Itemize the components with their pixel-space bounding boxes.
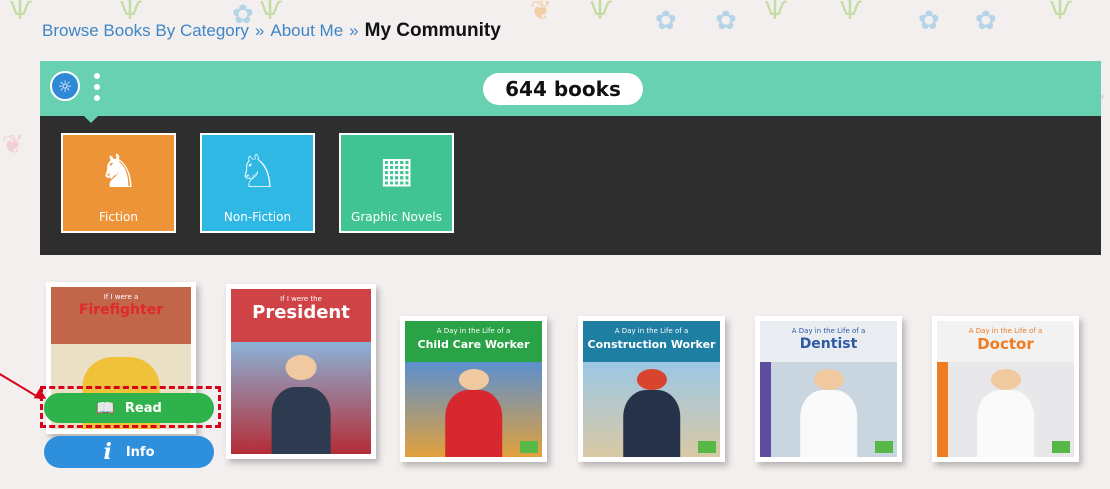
breadcrumb-link-about-me[interactable]: About Me <box>270 21 343 40</box>
info-icon: i <box>103 439 112 465</box>
book-title: A Day in the Life of a Child Care Worker <box>405 321 542 362</box>
worker-figure <box>444 390 503 457</box>
publisher-badge <box>698 441 716 453</box>
publisher-badge <box>1052 441 1070 453</box>
book-title-small: A Day in the Life of a <box>436 327 511 335</box>
book-count: 644 books <box>483 73 643 105</box>
flower-decoration-icon: ✿ <box>975 6 997 36</box>
horse-icon: ♘ <box>236 144 279 198</box>
flower-decoration-icon: ✿ <box>918 6 940 36</box>
breadcrumb-separator: » <box>254 21 265 40</box>
tulip-decoration-icon: ❦ <box>2 130 24 160</box>
lightbulb-icon[interactable]: ☼ <box>50 71 80 101</box>
doctor-figure <box>976 390 1035 457</box>
flower-decoration-icon: ✿ <box>715 6 737 36</box>
book-card[interactable]: A Day in the Life of a Doctor <box>932 316 1079 462</box>
book-title-main: President <box>252 302 350 323</box>
sprout-decoration-icon: Ѱ <box>840 0 863 26</box>
book-title-main: Dentist <box>799 336 858 352</box>
category-label: Graphic Novels <box>351 210 442 224</box>
doctor-head <box>990 369 1021 391</box>
book-title: A Day in the Life of a Dentist <box>760 321 897 362</box>
sprout-decoration-icon: Ѱ <box>765 0 788 26</box>
breadcrumb-current: My Community <box>364 20 501 41</box>
publisher-badge <box>520 441 538 453</box>
category-panel: ☼ 644 books ♞ Fiction ♘ Non-Fiction ▦ Gr… <box>40 61 1101 255</box>
category-graphic-novels[interactable]: ▦ Graphic Novels <box>339 133 454 233</box>
publisher-badge <box>875 441 893 453</box>
category-label: Non-Fiction <box>223 210 292 224</box>
info-button[interactable]: i Info <box>44 436 214 468</box>
more-options-icon[interactable] <box>93 73 101 101</box>
category-label: Fiction <box>99 210 138 224</box>
sprout-decoration-icon: Ѱ <box>590 0 613 26</box>
category-non-fiction[interactable]: ♘ Non-Fiction <box>200 133 315 233</box>
sprout-decoration-icon: Ѱ <box>1050 0 1073 26</box>
comic-panel-icon: ▦ <box>379 150 414 191</box>
tulip-decoration-icon: ❦ <box>530 0 552 26</box>
dentist-head <box>813 369 844 391</box>
cover-art <box>231 341 371 454</box>
president-figure <box>271 386 331 454</box>
book-cover[interactable]: A Day in the Life of a Dentist <box>760 321 897 457</box>
worker-figure <box>622 390 681 457</box>
book-cover[interactable]: A Day in the Life of a Construction Work… <box>583 321 720 457</box>
flower-decoration-icon: ✿ <box>655 6 677 36</box>
book-card[interactable]: A Day in the Life of a Child Care Worker <box>400 316 547 462</box>
book-cover[interactable]: If I were the President <box>231 289 371 454</box>
breadcrumb-link-browse[interactable]: Browse Books By Category <box>42 21 249 40</box>
category-list: ♞ Fiction ♘ Non-Fiction ▦ Graphic Novels <box>61 133 454 233</box>
worker-head <box>636 369 667 391</box>
sprout-decoration-icon: Ѱ <box>10 0 33 26</box>
breadcrumb-separator: » <box>349 21 359 40</box>
president-head <box>285 355 317 380</box>
category-fiction[interactable]: ♞ Fiction <box>61 133 176 233</box>
book-title-main: Firefighter <box>78 302 164 318</box>
book-cover[interactable]: A Day in the Life of a Child Care Worker <box>405 321 542 457</box>
unicorn-icon: ♞ <box>97 144 140 198</box>
book-title-main: Child Care Worker <box>417 338 530 351</box>
book-title-main: Construction Worker <box>587 338 716 351</box>
book-card[interactable]: A Day in the Life of a Construction Work… <box>578 316 725 462</box>
breadcrumb: Browse Books By Category » About Me » My Com… <box>42 20 501 42</box>
book-title: If I were a Firefighter <box>51 287 191 344</box>
book-title-main: Doctor <box>977 335 1034 353</box>
dentist-figure <box>799 390 858 457</box>
book-title-small: A Day in the Life of a <box>614 327 689 335</box>
book-title: If I were the President <box>231 289 371 342</box>
book-card[interactable]: A Day in the Life of a Dentist <box>755 316 902 462</box>
worker-head <box>458 369 489 391</box>
book-cover[interactable]: A Day in the Life of a Doctor <box>937 321 1074 457</box>
panel-header-bar: ☼ 644 books <box>40 61 1101 116</box>
annotation-highlight-box <box>40 386 221 428</box>
book-card[interactable]: If I were the President <box>226 284 376 459</box>
dropdown-pointer <box>84 116 98 123</box>
book-title: A Day in the Life of a Doctor <box>937 321 1074 362</box>
book-title: A Day in the Life of a Construction Work… <box>583 321 720 362</box>
info-label: Info <box>125 444 155 460</box>
